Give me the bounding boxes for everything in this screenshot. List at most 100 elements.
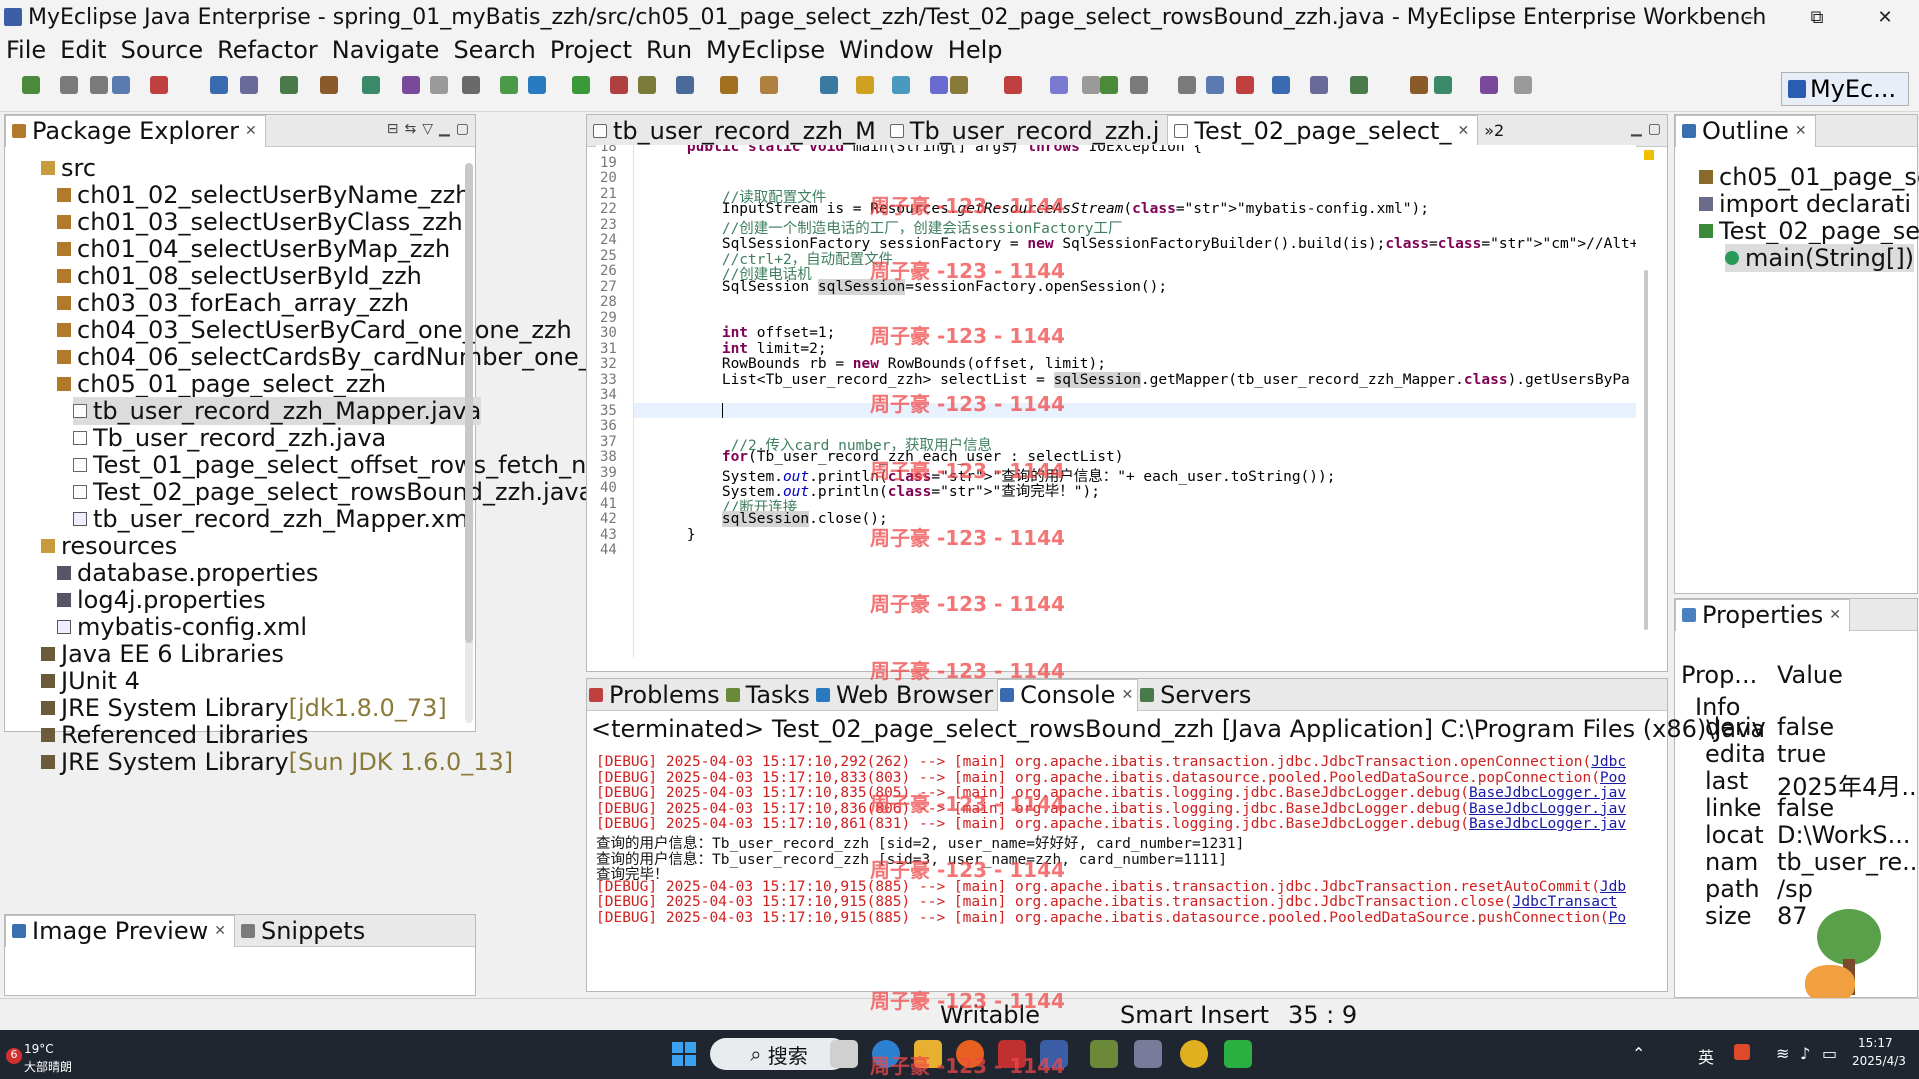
tree-item-java[interactable]: Test_02_page_select_rowsBound_zzh.java — [73, 478, 593, 506]
outline-item[interactable]: main(String[]) — [1725, 244, 1915, 272]
tab-editor-2[interactable]: Test_02_page_select_ ✕ — [1167, 114, 1479, 147]
tree-item-prop[interactable]: log4j.properties — [57, 586, 266, 614]
console-line[interactable]: [DEBUG] 2025-04-03 15:17:10,915(885) -->… — [596, 894, 1617, 910]
avatar-app-icon[interactable] — [1134, 1040, 1162, 1068]
console-line[interactable]: [DEBUG] 2025-04-03 15:17:10,915(885) -->… — [596, 910, 1626, 926]
console-line[interactable]: [DEBUG] 2025-04-03 15:17:10,292(262) -->… — [596, 754, 1626, 770]
tree-item-java[interactable]: Test_01_page_select_offset_rows_fetch_ne — [73, 451, 601, 479]
console-source-link[interactable]: JdbcTransact — [1513, 894, 1618, 910]
close-button[interactable]: ✕ — [1851, 0, 1919, 34]
toolbar-action-icon[interactable] — [1410, 76, 1428, 94]
toolbar-action-icon[interactable] — [430, 76, 448, 94]
tree-scrollbar-thumb[interactable] — [465, 163, 473, 643]
tab-snippets[interactable]: Snippets — [235, 915, 373, 947]
tree-item-lib[interactable]: JRE System Library [Sun JDK 1.6.0_13] — [41, 748, 513, 776]
toolbar-action-icon[interactable] — [1206, 76, 1224, 94]
property-value[interactable]: false — [1777, 794, 1834, 822]
property-value[interactable]: D:\WorkS... — [1777, 821, 1911, 849]
close-icon[interactable]: ✕ — [214, 923, 226, 939]
outline-item[interactable]: ch05_01_page_se — [1699, 163, 1919, 191]
toolbar-action-icon[interactable] — [930, 76, 948, 94]
collapse-all-icon[interactable]: ⊟ — [387, 121, 399, 137]
close-icon[interactable]: ✕ — [1795, 123, 1807, 139]
property-value[interactable]: false — [1777, 713, 1834, 741]
toolbar-action-icon[interactable] — [1236, 76, 1254, 94]
clock-time[interactable]: 15:17 — [1858, 1036, 1893, 1050]
close-icon[interactable]: ✕ — [245, 123, 257, 139]
maximize-button[interactable]: ⧉ — [1783, 0, 1851, 34]
tray-chevron-icon[interactable]: ⌃ — [1632, 1044, 1645, 1063]
outline-item[interactable]: import declarati — [1699, 190, 1911, 218]
console-line[interactable]: [DEBUG] 2025-04-03 15:17:10,835(805) -->… — [596, 785, 1626, 801]
toolbar-action-icon[interactable] — [572, 76, 590, 94]
toolbar-action-icon[interactable] — [1050, 76, 1068, 94]
tree-item-lib[interactable]: Java EE 6 Libraries — [41, 640, 284, 668]
tree-item-pkg[interactable]: ch01_03_selectUserByClass_zzh — [57, 208, 463, 236]
console-source-link[interactable]: BaseJdbcLogger.jav — [1469, 816, 1626, 832]
toolbar-action-icon[interactable] — [760, 76, 778, 94]
toolbar-action-icon[interactable] — [820, 76, 838, 94]
taskbar-search[interactable]: ⌕ 搜索 — [710, 1038, 848, 1070]
outline-item[interactable]: Test_02_page_se — [1699, 217, 1919, 245]
toolbar-action-icon[interactable] — [240, 76, 258, 94]
code-line[interactable]: sqlSession.close(); — [652, 511, 888, 527]
tree-item-pkg[interactable]: ch01_08_selectUserById_zzh — [57, 262, 422, 290]
console-source-link[interactable]: Jdb — [1600, 879, 1626, 895]
tree-item-pkg[interactable]: ch01_02_selectUserByName_zzh — [57, 181, 470, 209]
tree-item-java[interactable]: tb_user_record_zzh_Mapper.java — [73, 397, 482, 425]
toolbar-action-icon[interactable] — [402, 76, 420, 94]
tool-icon[interactable] — [1090, 1040, 1118, 1068]
tree-item-lib[interactable]: JUnit 4 — [41, 667, 140, 695]
toolbar-action-icon[interactable] — [676, 76, 694, 94]
tab-package-explorer[interactable]: Package Explorer ✕ — [5, 114, 266, 147]
toolbar-action-icon[interactable] — [1434, 76, 1452, 94]
toolbar-action-icon[interactable] — [462, 76, 480, 94]
tree-item-xml[interactable]: mybatis-config.xml — [57, 613, 307, 641]
code-line[interactable]: RowBounds rb = new RowBounds(offset, lim… — [652, 356, 1106, 372]
wifi-icon[interactable]: ≋ — [1776, 1044, 1789, 1063]
toolbar-action-icon[interactable] — [1514, 76, 1532, 94]
weather-desc[interactable]: 大部晴朗 — [24, 1058, 72, 1075]
toolbar-action-icon[interactable] — [1178, 76, 1196, 94]
menu-item-edit[interactable]: Edit — [60, 36, 106, 64]
code-line[interactable]: int offset=1; — [652, 325, 836, 341]
perspective-button[interactable]: MyEc... — [1781, 72, 1909, 106]
toolbar-action-icon[interactable] — [362, 76, 380, 94]
weather-temp[interactable]: 19°C — [24, 1042, 54, 1056]
code-line[interactable]: int limit=2; — [652, 341, 827, 357]
console-source-link[interactable]: BaseJdbcLogger.jav — [1469, 801, 1626, 817]
toolbar-action-icon[interactable] — [1082, 76, 1100, 94]
console-line[interactable]: [DEBUG] 2025-04-03 15:17:10,915(885) -->… — [596, 879, 1626, 895]
menu-item-search[interactable]: Search — [453, 36, 535, 64]
toolbar-action-icon[interactable] — [1130, 76, 1148, 94]
toolbar-action-icon[interactable] — [638, 76, 656, 94]
tree-item-java[interactable]: Tb_user_record_zzh.java — [73, 424, 386, 452]
toolbar-action-icon[interactable] — [500, 76, 518, 94]
editor-tab-overflow[interactable]: »2 — [1478, 115, 1512, 147]
toolbar-action-icon[interactable] — [112, 76, 130, 94]
toolbar-action-icon[interactable] — [610, 76, 628, 94]
toolbar-action-icon[interactable] — [1272, 76, 1290, 94]
menu-item-help[interactable]: Help — [948, 36, 1003, 64]
menu-item-project[interactable]: Project — [550, 36, 632, 64]
maximize-view-icon[interactable]: ▢ — [1648, 121, 1661, 137]
menu-item-navigate[interactable]: Navigate — [332, 36, 440, 64]
minimize-view-icon[interactable]: ▁ — [1631, 121, 1642, 137]
toolbar-action-icon[interactable] — [1004, 76, 1022, 94]
toolbar-action-icon[interactable] — [528, 76, 546, 94]
tab-editor-1[interactable]: Tb_user_record_zzh.j — [884, 115, 1168, 147]
tree-item-src[interactable]: src — [41, 154, 96, 182]
menu-item-run[interactable]: Run — [646, 36, 692, 64]
minimize-button[interactable]: – — [1715, 0, 1783, 34]
tree-item-lib[interactable]: Referenced Libraries — [41, 721, 308, 749]
tree-item-pkg[interactable]: ch05_01_page_select_zzh — [57, 370, 386, 398]
toolbar-action-icon[interactable] — [22, 76, 40, 94]
console-line[interactable]: [DEBUG] 2025-04-03 15:17:10,861(831) -->… — [596, 816, 1626, 832]
toolbar-action-icon[interactable] — [892, 76, 910, 94]
toolbar-action-icon[interactable] — [950, 76, 968, 94]
tab-problems[interactable]: Problems — [587, 679, 724, 711]
view-menu-icon[interactable]: ▽ — [422, 121, 433, 137]
wechat-icon[interactable] — [1224, 1040, 1252, 1068]
maximize-view-icon[interactable]: ▢ — [456, 121, 469, 137]
console-source-link[interactable]: BaseJdbcLogger.jav — [1469, 785, 1626, 801]
